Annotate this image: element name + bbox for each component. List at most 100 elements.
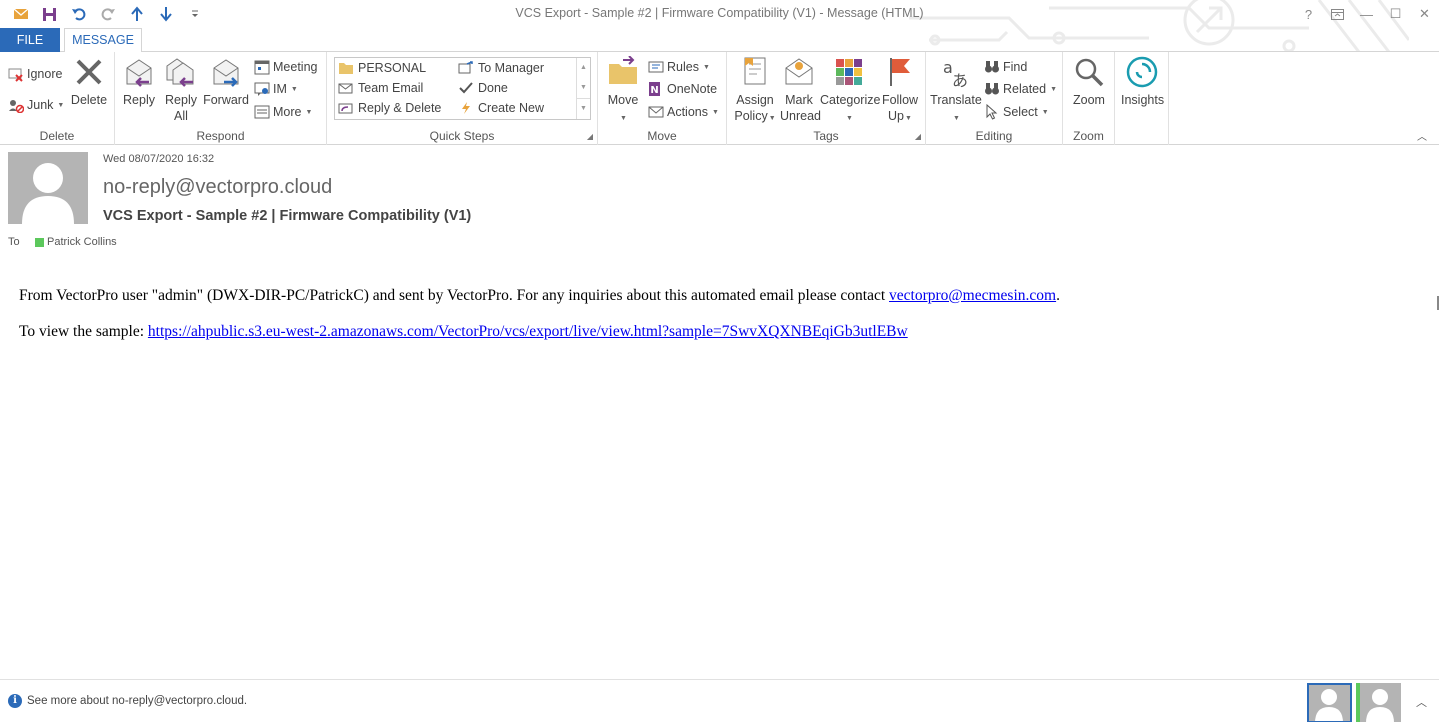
message-header: Wed 08/07/2020 16:32 no-reply@vectorpro.… [0, 146, 1439, 256]
quick-steps-scrollbar[interactable]: ▲ ▼ ▼ [576, 58, 590, 119]
person-icon [1315, 689, 1343, 722]
info-icon: i [8, 694, 22, 708]
quick-steps-group: PERSONAL To Manager Team Email Done Repl… [327, 52, 598, 145]
move-folder-icon [609, 56, 637, 84]
quick-step-personal[interactable]: PERSONAL [338, 61, 426, 75]
follow-up-button[interactable]: Follow Up▼ [880, 56, 920, 127]
body-paragraph: From VectorPro user "admin" (DWX-DIR-PC/… [19, 287, 1060, 304]
scroll-down-icon[interactable]: ▼ [577, 78, 590, 98]
onenote-button[interactable]: N OneNote [648, 79, 717, 99]
magnifier-icon [1075, 58, 1104, 87]
message-date: Wed 08/07/2020 16:32 [103, 153, 215, 165]
checkmark-icon [459, 82, 473, 94]
ignore-icon [8, 66, 24, 82]
quick-step-to-manager[interactable]: To Manager [458, 61, 544, 75]
collapse-ribbon-icon[interactable]: ︿ [1417, 128, 1427, 143]
move-button[interactable]: Move ▼ [604, 56, 642, 127]
person-thumbnail-recipient[interactable] [1356, 683, 1401, 722]
forward-icon [213, 59, 239, 87]
sender-address[interactable]: no-reply@vectorpro.cloud [103, 176, 332, 199]
recipient[interactable]: Patrick Collins [35, 236, 117, 248]
find-button[interactable]: Find [984, 57, 1027, 77]
minimize-button[interactable]: — [1352, 0, 1381, 28]
move-group: Move ▼ Rules ▼ N OneNote Actions ▼ Move [598, 52, 727, 145]
rules-button[interactable]: Rules ▼ [648, 57, 710, 77]
categorize-button[interactable]: Categorize ▼ [820, 56, 880, 127]
rules-icon [648, 59, 664, 75]
quick-step-create-new[interactable]: Create New [458, 101, 544, 115]
maximize-button[interactable]: ☐ [1381, 0, 1410, 28]
folder-icon [339, 63, 353, 74]
dialog-launcher-icon[interactable]: ◢ [915, 132, 921, 141]
see-more-bar[interactable]: i See more about no-reply@vectorpro.clou… [8, 694, 247, 708]
chevron-down-icon: ▼ [305, 108, 313, 116]
forward-button[interactable]: Forward [203, 56, 249, 108]
contact-email-link[interactable]: vectorpro@mecmesin.com [889, 287, 1056, 304]
chevron-down-icon: ▼ [953, 115, 960, 122]
people-thumbnails [1307, 683, 1401, 722]
to-manager-icon [458, 61, 473, 74]
reply-icon [126, 59, 152, 87]
ribbon: Ignore Junk ▼ Delete Delete Reply Reply A… [0, 52, 1439, 145]
close-button[interactable]: ✕ [1410, 0, 1439, 28]
sender-avatar[interactable] [8, 152, 88, 224]
delete-x-icon [76, 59, 102, 85]
chevron-down-icon: ▼ [702, 63, 710, 71]
tab-message[interactable]: MESSAGE [64, 28, 142, 53]
insights-button[interactable]: Insights [1121, 56, 1164, 108]
junk-button[interactable]: Junk ▼ [8, 95, 64, 115]
ribbon-display-options-button[interactable] [1323, 0, 1352, 28]
related-icon [984, 81, 1000, 97]
reply-delete-icon [338, 103, 353, 114]
mark-unread-button[interactable]: Mark Unread [780, 56, 821, 124]
ribbon-tabs: FILE MESSAGE [0, 28, 1439, 53]
team-email-icon [338, 83, 353, 94]
title-bar: VCS Export - Sample #2 | Firmware Compat… [0, 0, 1439, 52]
chevron-down-icon: ▼ [768, 115, 776, 122]
reply-button[interactable]: Reply [121, 56, 157, 108]
zoom-button[interactable]: Zoom [1069, 56, 1109, 108]
scroll-up-icon[interactable]: ▲ [577, 58, 590, 78]
select-button[interactable]: Select ▼ [984, 102, 1049, 122]
tab-file[interactable]: FILE [0, 28, 60, 52]
meeting-button[interactable]: Meeting [254, 57, 317, 77]
gallery-more-icon[interactable]: ▼ [577, 98, 590, 118]
person-thumbnail-sender[interactable] [1307, 683, 1352, 722]
assign-policy-icon [744, 57, 766, 85]
svg-text:あ: あ [952, 71, 968, 88]
chevron-down-icon: ▼ [1050, 85, 1058, 93]
mark-unread-icon [785, 58, 813, 85]
chevron-down-icon: ▼ [846, 115, 853, 122]
ignore-button[interactable]: Ignore [8, 64, 62, 84]
translate-button[interactable]: aあ Translate ▼ [930, 56, 982, 127]
message-subject: VCS Export - Sample #2 | Firmware Compat… [103, 208, 472, 224]
chevron-down-icon: ▼ [1041, 108, 1049, 116]
lightning-icon [462, 102, 470, 114]
insights-icon [1126, 56, 1158, 88]
tags-group: Assign Policy▼ Mark Unread Categorize ▼ F… [727, 52, 926, 145]
body-paragraph: To view the sample: https://ahpublic.s3.… [19, 323, 908, 340]
person-icon [22, 163, 74, 224]
delete-group: Ignore Junk ▼ Delete Delete [0, 52, 115, 145]
more-button[interactable]: More ▼ [254, 102, 312, 122]
actions-button[interactable]: Actions ▼ [648, 102, 719, 122]
reply-all-button[interactable]: Reply All [163, 56, 199, 124]
window-controls: ? — ☐ ✕ [1294, 0, 1439, 28]
editing-group: aあ Translate ▼ Find Related ▼ Select ▼ Edit… [926, 52, 1063, 145]
delete-button[interactable]: Delete [70, 56, 108, 108]
help-button[interactable]: ? [1294, 0, 1323, 28]
im-icon [254, 81, 270, 97]
dialog-launcher-icon[interactable]: ◢ [587, 132, 593, 141]
chevron-down-icon: ▼ [620, 115, 627, 122]
expand-people-pane-icon[interactable]: ︿ [1416, 694, 1427, 710]
onenote-icon: N [648, 81, 664, 97]
categorize-icon [836, 59, 862, 85]
quick-step-done[interactable]: Done [458, 81, 508, 95]
quick-step-team-email[interactable]: Team Email [338, 81, 423, 95]
binoculars-icon [984, 59, 1000, 75]
quick-step-reply-delete[interactable]: Reply & Delete [338, 101, 441, 115]
sample-link[interactable]: https://ahpublic.s3.eu-west-2.amazonaws.… [148, 323, 908, 340]
assign-policy-button[interactable]: Assign Policy▼ [733, 56, 777, 127]
related-button[interactable]: Related ▼ [984, 79, 1057, 99]
im-button[interactable]: IM ▼ [254, 79, 298, 99]
